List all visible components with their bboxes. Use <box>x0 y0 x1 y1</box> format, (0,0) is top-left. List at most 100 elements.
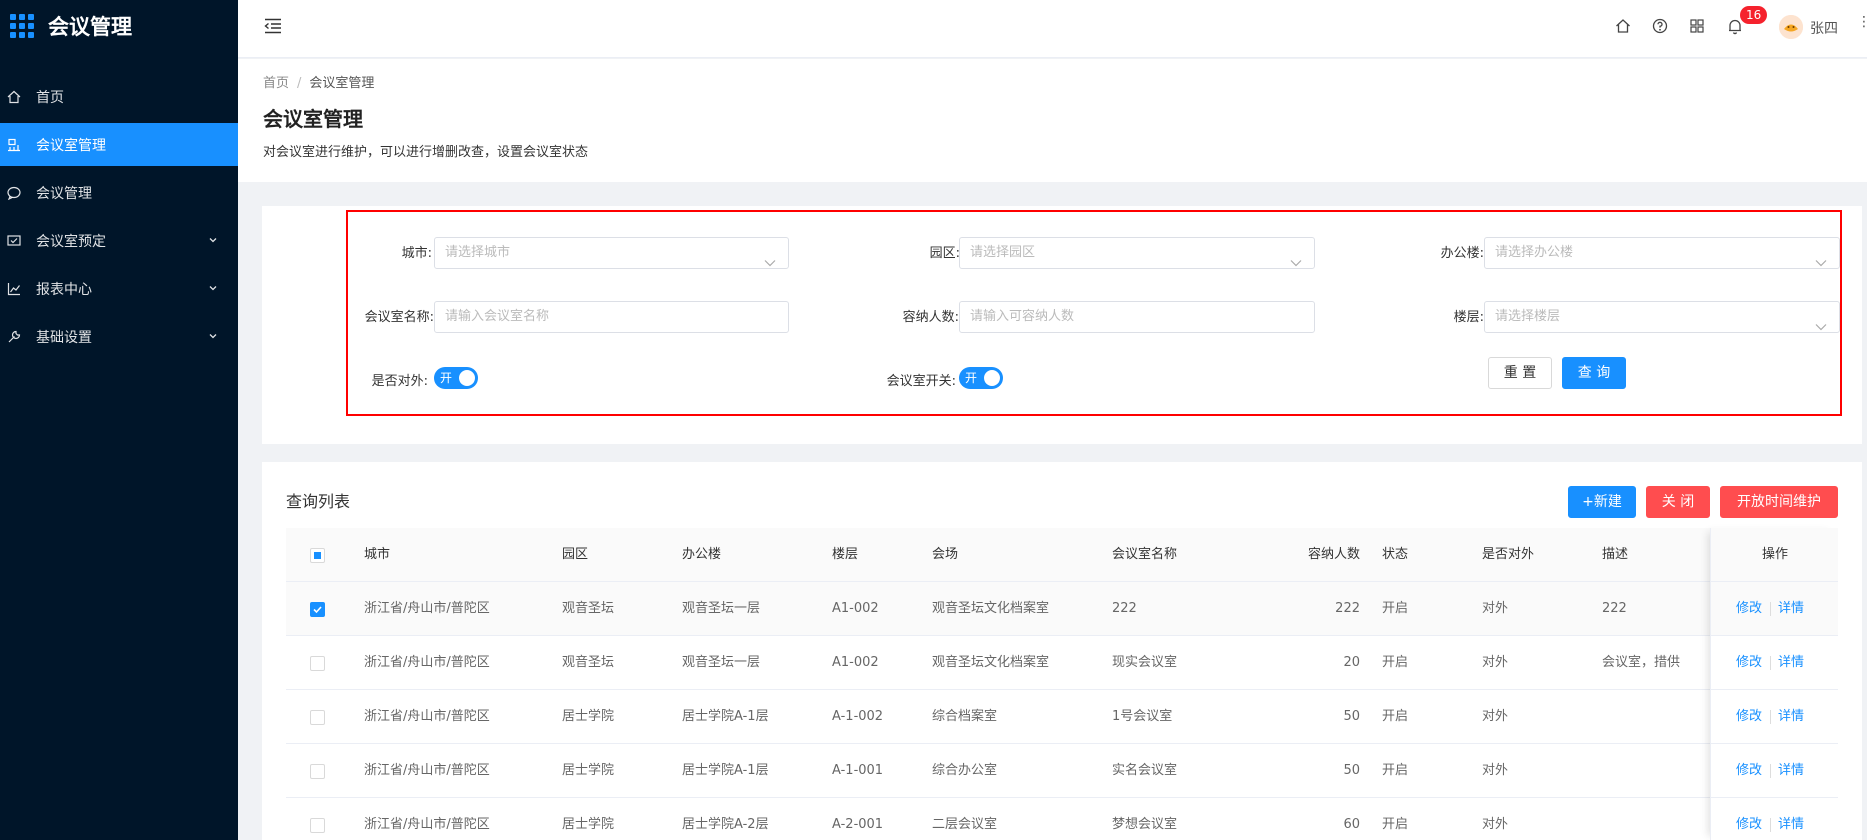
cell-capacity: 50 <box>1343 763 1360 778</box>
more-vertical-icon[interactable]: ⋮ <box>1857 15 1867 29</box>
building-select[interactable]: 请选择办公楼 <box>1484 237 1840 269</box>
cell-capacity: 20 <box>1343 655 1360 670</box>
new-button[interactable]: +新建 <box>1568 486 1636 518</box>
cell-venue: 二层会议室 <box>932 817 998 832</box>
cell-description <box>1602 744 1708 798</box>
cell-floor: A-1-001 <box>832 763 884 778</box>
cell-capacity: 60 <box>1343 817 1360 832</box>
apps-grid-icon <box>10 14 34 38</box>
select-all-checkbox[interactable] <box>310 548 325 563</box>
cell-capacity: 222 <box>1335 601 1360 616</box>
search-card: 城市: 请选择城市 园区: 请选择园区 办公楼: 请选择办公楼 会议室名称: 请… <box>262 206 1862 444</box>
col-header-building[interactable]: 办公楼 <box>682 528 721 582</box>
sidebar-item-home[interactable]: 首页 <box>0 75 238 118</box>
top-header: 16 张四 ⋮ <box>238 0 1867 58</box>
capacity-placeholder: 请输入可容纳人数 <box>970 309 1075 324</box>
app-title: 会议管理 <box>48 15 132 39</box>
cell-venue: 综合办公室 <box>932 763 998 778</box>
col-header-venue[interactable]: 会场 <box>932 528 958 582</box>
table-row[interactable]: 浙江省/舟山市/普陀区 居士学院 居士学院A-1层 A-1-002 综合档案室 … <box>286 690 1838 744</box>
col-header-city[interactable]: 城市 <box>364 528 390 582</box>
cell-park: 观音圣坛 <box>562 655 615 670</box>
cell-status: 开启 <box>1382 817 1409 832</box>
cell-room-name: 1号会议室 <box>1112 709 1173 724</box>
cell-city: 浙江省/舟山市/普陀区 <box>364 817 490 832</box>
search-form: 城市: 请选择城市 园区: 请选择园区 办公楼: 请选择办公楼 会议室名称: 请… <box>346 210 1842 416</box>
col-header-description[interactable]: 描述 <box>1602 528 1628 582</box>
check-icon <box>313 606 322 614</box>
sidebar-item-room-booking[interactable]: 会议室预定 <box>0 219 238 262</box>
external-label: 是否对外: <box>371 374 428 389</box>
fixed-actions-column <box>1710 528 1838 840</box>
row-checkbox[interactable] <box>310 602 325 617</box>
table-row[interactable]: 浙江省/舟山市/普陀区 观音圣坛 观音圣坛一层 A1-002 观音圣坛文化档案室… <box>286 582 1838 636</box>
cell-status: 开启 <box>1382 763 1409 778</box>
cell-floor: A-2-001 <box>832 817 884 832</box>
breadcrumb-home[interactable]: 首页 <box>263 76 289 91</box>
room-switch-label: 会议室开关: <box>886 374 956 389</box>
row-checkbox[interactable] <box>310 764 325 779</box>
breadcrumb: 首页 / 会议室管理 <box>263 72 374 91</box>
chart-icon <box>7 282 21 296</box>
table-row[interactable]: 浙江省/舟山市/普陀区 居士学院 居士学院A-1层 A-1-001 综合办公室 … <box>286 744 1838 798</box>
open-time-button[interactable]: 开放时间维护 <box>1720 486 1838 518</box>
home-icon[interactable] <box>1615 18 1631 38</box>
table-row[interactable]: 浙江省/舟山市/普陀区 居士学院 居士学院A-2层 A-2-001 二层会议室 … <box>286 798 1838 840</box>
chevron-down-icon <box>1290 249 1302 279</box>
switch-knob <box>984 370 1000 386</box>
row-checkbox[interactable] <box>310 656 325 671</box>
menu-fold-icon[interactable] <box>264 18 282 38</box>
sidebar-item-basic-settings[interactable]: 基础设置 <box>0 315 238 358</box>
table-row[interactable]: 浙江省/舟山市/普陀区 观音圣坛 观音圣坛一层 A1-002 观音圣坛文化档案室… <box>286 636 1838 690</box>
cell-description: 会议室，措供 <box>1602 655 1681 670</box>
booking-icon <box>7 234 21 248</box>
chevron-down-icon <box>764 249 776 279</box>
cell-status: 开启 <box>1382 601 1409 616</box>
floor-placeholder: 请选择楼层 <box>1495 309 1561 324</box>
sidebar-item-label: 首页 <box>36 89 64 106</box>
city-select[interactable]: 请选择城市 <box>434 237 789 269</box>
sidebar-item-meeting-room-management[interactable]: 会议室管理 <box>0 123 238 166</box>
park-select[interactable]: 请选择园区 <box>959 237 1315 269</box>
room-name-placeholder: 请输入会议室名称 <box>445 309 550 324</box>
col-header-floor[interactable]: 楼层 <box>832 528 858 582</box>
breadcrumb-separator: / <box>297 76 302 91</box>
city-label: 城市: <box>401 246 432 261</box>
room-name-input[interactable]: 请输入会议室名称 <box>434 301 789 333</box>
sidebar-item-report-center[interactable]: 报表中心 <box>0 267 238 310</box>
sidebar-item-label: 会议管理 <box>36 185 92 202</box>
col-header-park[interactable]: 园区 <box>562 528 588 582</box>
col-header-status[interactable]: 状态 <box>1382 528 1408 582</box>
col-header-room-name[interactable]: 会议室名称 <box>1112 528 1177 582</box>
room-switch-text: 开 <box>965 371 978 385</box>
close-button[interactable]: 关 闭 <box>1646 486 1710 518</box>
building-placeholder: 请选择办公楼 <box>1495 245 1574 260</box>
help-icon[interactable] <box>1652 18 1668 38</box>
cell-room-name: 实名会议室 <box>1112 763 1178 778</box>
floor-select[interactable]: 请选择楼层 <box>1484 301 1840 333</box>
park-placeholder: 请选择园区 <box>970 245 1036 260</box>
external-switch[interactable]: 开 <box>434 367 478 389</box>
room-switch[interactable]: 开 <box>959 367 1003 389</box>
chevron-down-icon <box>1815 249 1827 279</box>
avatar[interactable] <box>1779 15 1803 39</box>
cell-city: 浙江省/舟山市/普陀区 <box>364 655 490 670</box>
col-header-capacity[interactable]: 容纳人数 <box>1276 528 1360 582</box>
bell-icon[interactable] <box>1727 18 1743 39</box>
capacity-input[interactable]: 请输入可容纳人数 <box>959 301 1315 333</box>
cell-external: 对外 <box>1482 817 1509 832</box>
row-checkbox[interactable] <box>310 818 325 833</box>
page-description: 对会议室进行维护，可以进行增删改查，设置会议室状态 <box>263 145 589 160</box>
table-card: 查询列表 +新建 关 闭 开放时间维护 城市 园区 办公楼 楼层 会场 会议室名… <box>262 462 1862 840</box>
chevron-down-icon <box>208 281 218 297</box>
sidebar-item-meeting-management[interactable]: 会议管理 <box>0 171 238 214</box>
cell-room-name: 222 <box>1112 601 1137 616</box>
query-button[interactable]: 查 询 <box>1562 357 1626 389</box>
col-header-external[interactable]: 是否对外 <box>1482 528 1534 582</box>
row-checkbox[interactable] <box>310 710 325 725</box>
reset-button[interactable]: 重 置 <box>1488 357 1552 389</box>
home-icon <box>7 90 21 104</box>
username[interactable]: 张四 <box>1810 18 1838 38</box>
apps-icon[interactable] <box>1689 18 1705 38</box>
sidebar-item-label: 会议室预定 <box>36 233 106 250</box>
